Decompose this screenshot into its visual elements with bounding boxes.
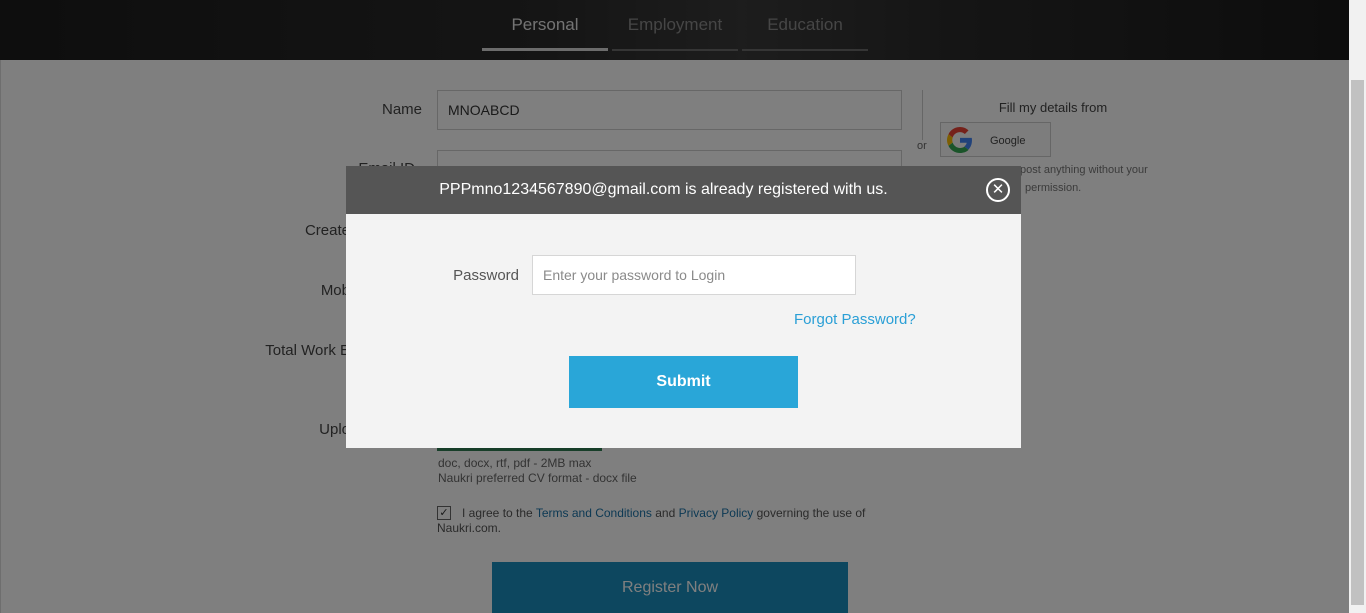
login-modal: PPPmno1234567890@gmail.com is already re…: [346, 166, 1021, 448]
password-input[interactable]: [532, 255, 856, 295]
modal-title: PPPmno1234567890@gmail.com is already re…: [439, 181, 888, 198]
password-label: Password: [453, 267, 519, 284]
scrollbar-thumb[interactable]: [1351, 80, 1364, 605]
submit-button[interactable]: Submit: [569, 356, 798, 408]
close-icon[interactable]: ✕: [986, 178, 1010, 202]
forgot-password-link[interactable]: Forgot Password?: [794, 311, 916, 328]
modal-header: PPPmno1234567890@gmail.com is already re…: [346, 166, 1021, 214]
